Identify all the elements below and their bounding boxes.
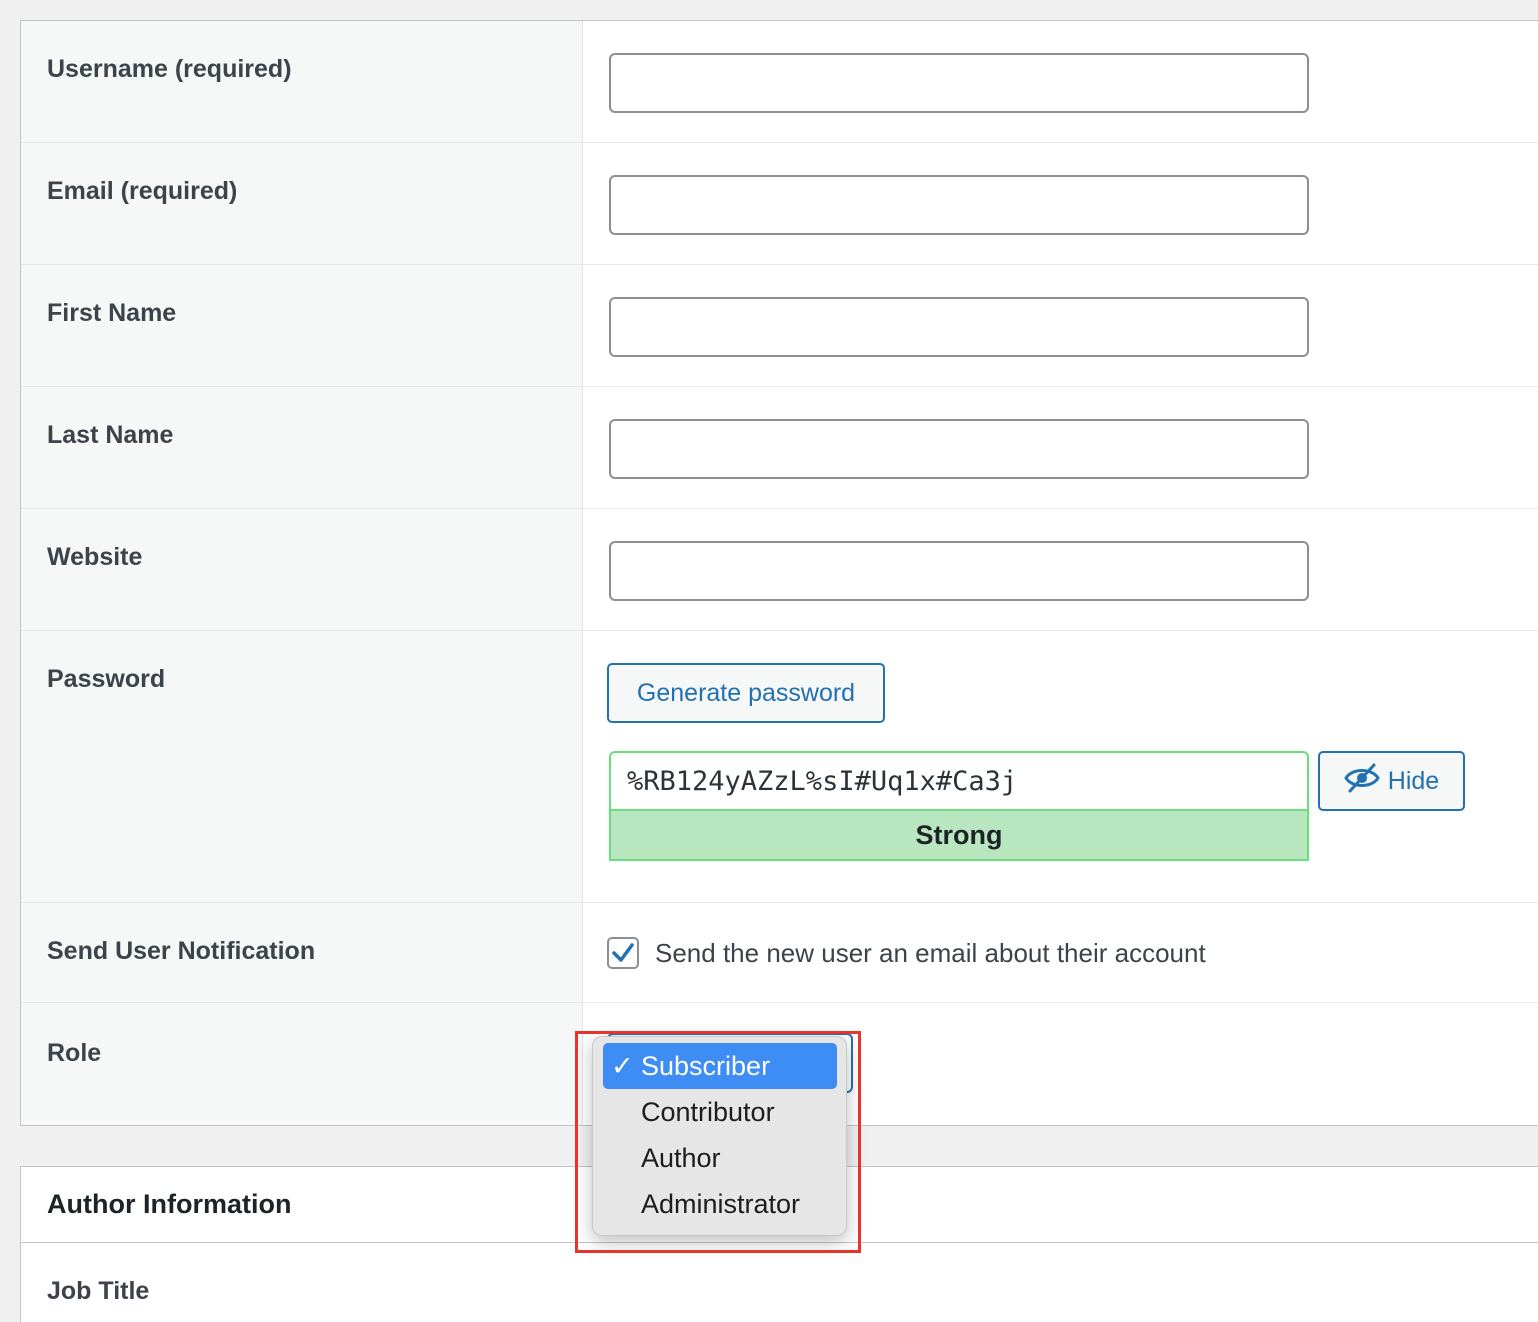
role-option-administrator[interactable]: Administrator (603, 1181, 837, 1227)
job-title-label: Job Title (47, 1277, 150, 1305)
website-label: Website (47, 543, 143, 571)
website-input[interactable] (609, 541, 1309, 601)
user-form-panel: Username (required) Email (required) Fir… (20, 20, 1538, 1126)
last-name-row: Last Name (21, 387, 1538, 509)
send-notification-text[interactable]: Send the new user an email about their a… (655, 938, 1206, 969)
username-row: Username (required) (21, 21, 1538, 143)
password-row: Password Generate password %RB124yAZzL%s… (21, 631, 1538, 903)
role-dropdown-menu: ✓ Subscriber Contributor Author Administ… (592, 1036, 847, 1236)
first-name-input[interactable] (609, 297, 1309, 357)
notification-row: Send User Notification Send the new user… (21, 903, 1538, 1003)
generate-password-button[interactable]: Generate password (607, 663, 885, 723)
email-input[interactable] (609, 175, 1309, 235)
checkmark-icon: ✓ (611, 1050, 634, 1081)
first-name-row: First Name (21, 265, 1538, 387)
hide-password-button[interactable]: Hide (1318, 751, 1465, 811)
password-strength-indicator: Strong (609, 809, 1309, 861)
eye-slash-icon (1344, 763, 1380, 800)
email-label: Email (required) (47, 177, 238, 205)
role-option-contributor[interactable]: Contributor (603, 1089, 837, 1135)
password-label: Password (47, 665, 166, 693)
last-name-input[interactable] (609, 419, 1309, 479)
checkmark-icon (612, 943, 634, 962)
send-notification-checkbox[interactable] (607, 937, 639, 969)
notification-label: Send User Notification (47, 937, 316, 965)
username-label: Username (required) (47, 55, 292, 83)
role-label: Role (47, 1039, 102, 1067)
website-row: Website (21, 509, 1538, 631)
author-section-title: Author Information (47, 1189, 292, 1219)
hide-label: Hide (1387, 766, 1440, 795)
email-row: Email (required) (21, 143, 1538, 265)
username-input[interactable] (609, 53, 1309, 113)
role-option-author[interactable]: Author (603, 1135, 837, 1181)
password-input[interactable]: %RB124yAZzL%sI#Uq1x#Ca3j (609, 751, 1309, 811)
first-name-label: First Name (47, 299, 177, 327)
last-name-label: Last Name (47, 421, 174, 449)
role-option-subscriber[interactable]: ✓ Subscriber (603, 1043, 837, 1089)
